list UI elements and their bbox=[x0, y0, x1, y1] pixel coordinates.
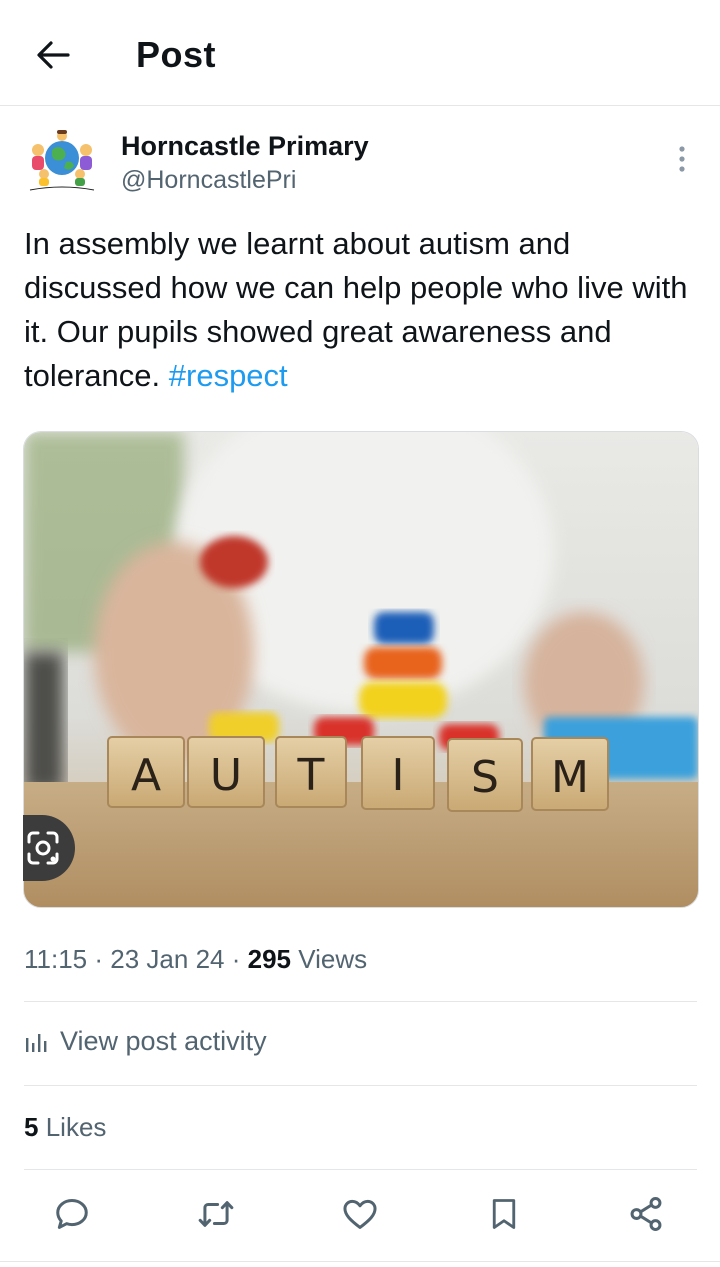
divider bbox=[0, 1261, 720, 1262]
more-vertical-icon bbox=[679, 146, 685, 172]
bookmark-icon bbox=[492, 1199, 516, 1229]
hashtag-link[interactable]: #respect bbox=[169, 358, 288, 393]
divider bbox=[24, 1085, 697, 1086]
bookmark-button[interactable] bbox=[480, 1190, 528, 1238]
author-name[interactable]: Horncastle Primary bbox=[121, 131, 369, 162]
view-post-activity-label: View post activity bbox=[60, 1026, 267, 1056]
block-letter-i: I bbox=[392, 750, 405, 801]
reply-icon bbox=[56, 1199, 88, 1229]
back-button[interactable] bbox=[28, 30, 78, 80]
post-meta: 11:15 · 23 Jan 24 · 295 Views bbox=[24, 944, 367, 975]
repost-button[interactable] bbox=[192, 1190, 240, 1238]
block-letter-u: U bbox=[210, 750, 242, 801]
likes-label: Likes bbox=[45, 1112, 107, 1142]
views-label: Views bbox=[298, 944, 368, 974]
likes-count-link[interactable]: 5 Likes bbox=[24, 1112, 106, 1143]
share-icon bbox=[630, 1196, 662, 1232]
post-date: 23 Jan 24 bbox=[110, 944, 225, 974]
autism-blocks-photo: A U T I S M bbox=[24, 432, 698, 907]
author-handle[interactable]: @HorncastlePri bbox=[121, 166, 296, 195]
post-text: In assembly we learnt about autism and d… bbox=[24, 222, 704, 398]
divider bbox=[24, 1169, 697, 1170]
views-count: 295 bbox=[247, 944, 292, 974]
block-letter-a: A bbox=[131, 750, 161, 801]
divider bbox=[24, 1001, 697, 1002]
lens-camera-icon bbox=[27, 831, 59, 865]
page-title: Post bbox=[136, 34, 217, 75]
like-button[interactable] bbox=[336, 1190, 384, 1238]
action-bar bbox=[0, 1190, 720, 1242]
school-logo bbox=[29, 130, 95, 191]
post-time: 11:15 bbox=[24, 944, 88, 974]
arrow-left-icon bbox=[37, 41, 70, 69]
block-letter-m: M bbox=[551, 752, 589, 803]
repost-icon bbox=[198, 1201, 234, 1227]
likes-count: 5 bbox=[24, 1112, 39, 1142]
post-image[interactable]: A U T I S M bbox=[23, 431, 699, 908]
reply-button[interactable] bbox=[48, 1190, 96, 1238]
avatar[interactable] bbox=[22, 128, 102, 208]
meta-separator: · bbox=[94, 944, 104, 974]
meta-separator: · bbox=[231, 944, 241, 974]
post-body: In assembly we learnt about autism and d… bbox=[24, 226, 688, 393]
share-button[interactable] bbox=[622, 1190, 670, 1238]
block-letter-s: S bbox=[471, 752, 499, 803]
like-icon bbox=[343, 1199, 377, 1229]
more-options-button[interactable] bbox=[664, 140, 700, 178]
block-letter-t: T bbox=[297, 750, 325, 801]
top-bar: Post bbox=[0, 0, 720, 106]
view-post-activity-button[interactable]: View post activity bbox=[24, 1026, 267, 1057]
analytics-icon bbox=[26, 1033, 47, 1052]
